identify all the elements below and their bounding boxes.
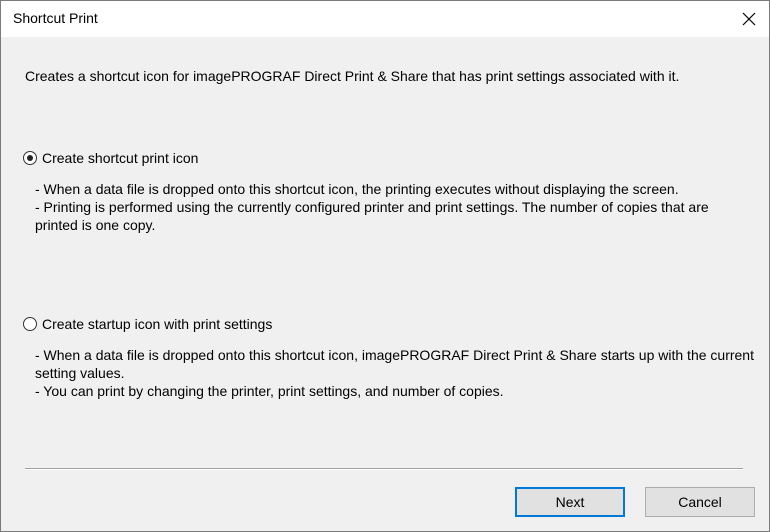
option-1-detail-line: - When a data file is dropped onto this … bbox=[35, 181, 679, 197]
dialog-content: Creates a shortcut icon for imagePROGRAF… bbox=[1, 37, 769, 531]
option-label[interactable]: Create shortcut print icon bbox=[42, 150, 198, 166]
option-1-detail-line: - Printing is performed using the curren… bbox=[35, 199, 709, 233]
option-create-shortcut-print-icon[interactable]: Create shortcut print icon bbox=[23, 150, 198, 166]
option-label[interactable]: Create startup icon with print settings bbox=[42, 316, 272, 332]
dialog-description: Creates a shortcut icon for imagePROGRAF… bbox=[25, 68, 680, 84]
radio-create-shortcut-print-icon[interactable] bbox=[23, 151, 37, 165]
option-2-detail-line: - You can print by changing the printer,… bbox=[35, 383, 504, 399]
window-title: Shortcut Print bbox=[13, 10, 98, 26]
cancel-button[interactable]: Cancel bbox=[645, 487, 755, 517]
option-2-detail-line: - When a data file is dropped onto this … bbox=[35, 347, 754, 381]
option-create-startup-icon[interactable]: Create startup icon with print settings bbox=[23, 316, 272, 332]
option-2-details: - When a data file is dropped onto this … bbox=[35, 346, 755, 400]
radio-create-startup-icon[interactable] bbox=[23, 317, 37, 331]
separator bbox=[25, 468, 743, 470]
close-icon bbox=[742, 12, 756, 26]
option-1-details: - When a data file is dropped onto this … bbox=[35, 180, 755, 234]
shortcut-print-dialog: Shortcut Print Creates a shortcut icon f… bbox=[0, 0, 770, 532]
next-button[interactable]: Next bbox=[515, 487, 625, 517]
close-button[interactable] bbox=[729, 1, 769, 37]
title-bar: Shortcut Print bbox=[1, 1, 769, 37]
